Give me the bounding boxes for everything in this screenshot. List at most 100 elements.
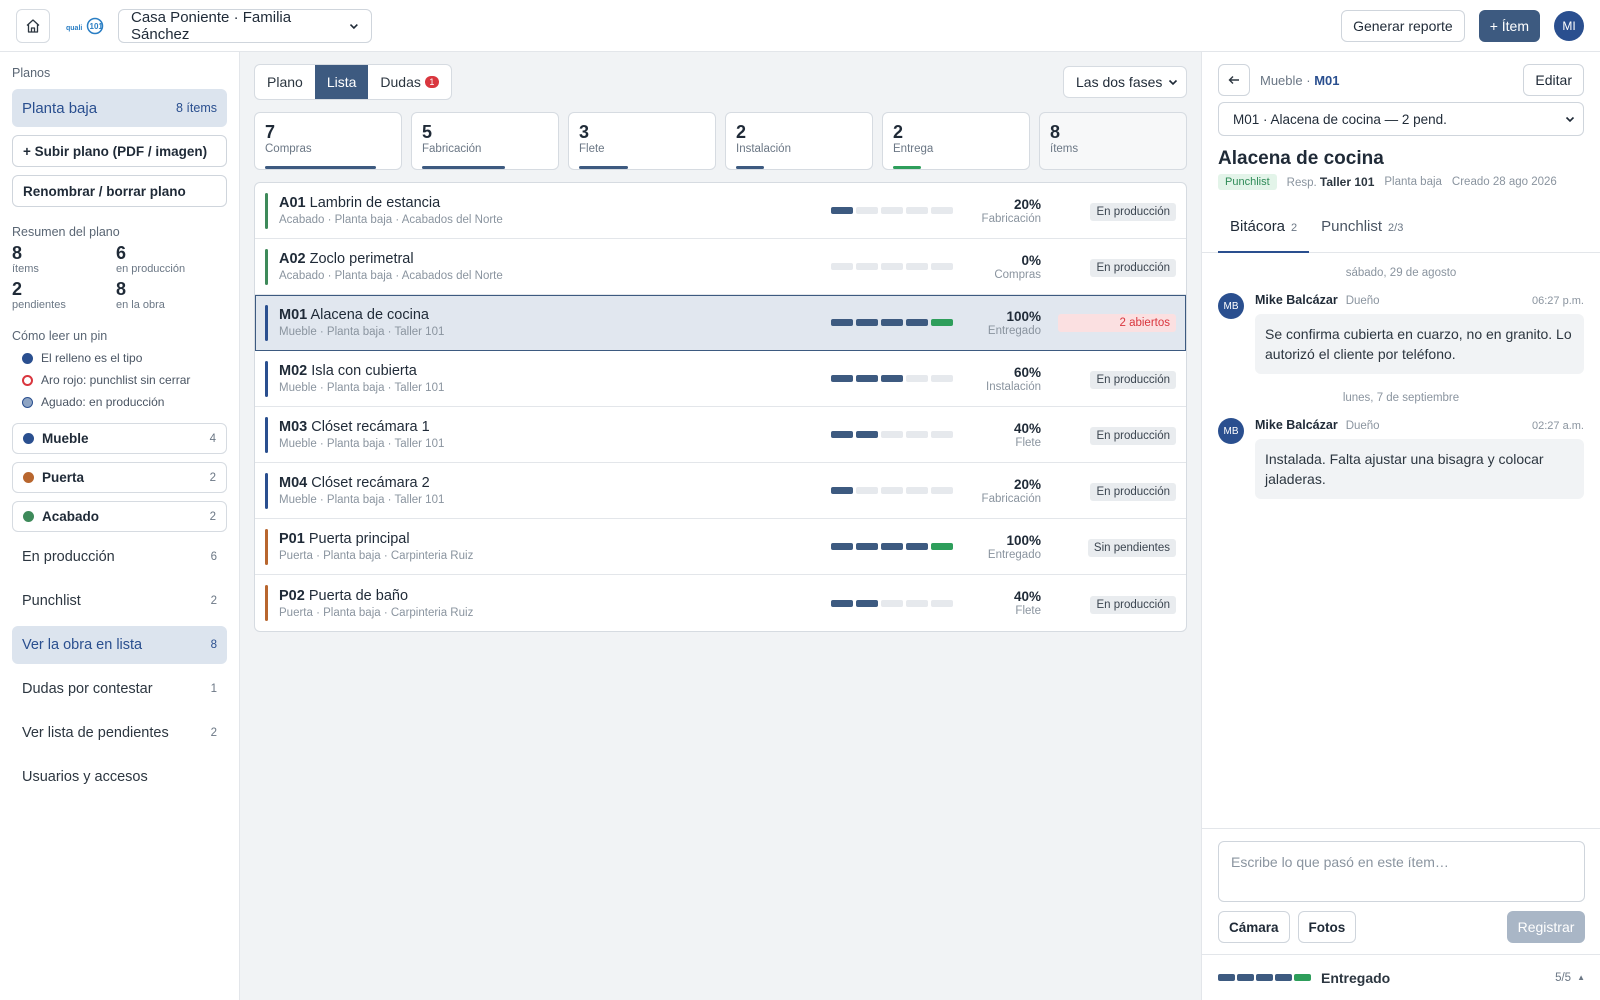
tab-label: Punchlist: [1321, 218, 1383, 235]
item-row[interactable]: A02 Zoclo perimetral Acabado · Planta baj…: [255, 239, 1186, 295]
progress-step: [831, 263, 853, 270]
item-subtitle: Acabado · Planta baja · Acabados del Nor…: [279, 214, 503, 226]
item-row[interactable]: A01 Lambrin de estancia Acabado · Planta …: [255, 183, 1186, 239]
status-badge: Sin pendientes: [1087, 539, 1176, 557]
progress-step: [881, 375, 903, 382]
item-select[interactable]: M01 · Alacena de cocina — 2 pend.: [1218, 102, 1584, 136]
user-avatar[interactable]: MI: [1554, 10, 1584, 41]
summary-stat: 6 en producción: [116, 243, 220, 275]
log-entry: MB Mike Balcázar Dueño 02:27 a.m. Instal…: [1218, 418, 1584, 499]
progress-step: [906, 543, 928, 550]
item-list: A01 Lambrin de estancia Acabado · Planta …: [254, 182, 1187, 632]
day-separator: lunes, 7 de septiembre: [1342, 392, 1460, 404]
progress-step: [906, 319, 928, 326]
type-filter-puerta[interactable]: Puerta 2: [12, 462, 227, 493]
progress-step: [831, 375, 853, 382]
tab-bitacora[interactable]: Bitácora 2: [1218, 204, 1310, 253]
progress-step: [831, 431, 853, 438]
progress-step: [931, 431, 953, 438]
nav-dudas[interactable]: Dudas por contestar 1: [12, 670, 227, 708]
back-button[interactable]: [1218, 64, 1250, 96]
item-subtitle: Puerta · Planta baja · Carpinteria Ruiz: [279, 550, 474, 562]
item-row[interactable]: M02 Isla con cubierta Mueble · Planta baj…: [255, 351, 1186, 407]
tab-punchlist[interactable]: Punchlist 2/3: [1309, 204, 1415, 252]
log-input[interactable]: Escribe lo que pasó en este ítem…: [1218, 841, 1585, 902]
kpi-card[interactable]: 7 Compras: [254, 112, 402, 170]
author-role: Dueño: [1345, 295, 1380, 307]
camera-button[interactable]: Cámara: [1218, 911, 1290, 943]
nav-pendientes[interactable]: Ver lista de pendientes 2: [12, 714, 227, 752]
progress-step: [931, 487, 953, 494]
tab-lista[interactable]: Lista: [314, 65, 369, 99]
created-date: Creado 28 ago 2026: [1451, 176, 1557, 188]
kpi-card[interactable]: 8 ítems: [1039, 112, 1187, 170]
type-count: 4: [209, 432, 216, 445]
home-button[interactable]: [16, 8, 50, 43]
kpi-progress-bar: [422, 166, 506, 169]
item-code: P02: [279, 587, 305, 604]
nav-ver-obra-lista[interactable]: Ver la obra en lista 8: [12, 626, 227, 664]
item-select-value: M01 · Alacena de cocina — 2 pend.: [1233, 111, 1447, 127]
phase-filter-select[interactable]: Las dos fases: [1063, 66, 1187, 98]
progress-step: [881, 319, 903, 326]
nav-usuarios[interactable]: Usuarios y accesos: [12, 758, 227, 796]
kpi-card[interactable]: 2 Instalación: [725, 112, 873, 170]
register-button[interactable]: Registrar: [1507, 911, 1585, 943]
edit-button[interactable]: Editar: [1523, 64, 1584, 96]
kpi-card[interactable]: 3 Flete: [568, 112, 716, 170]
item-code: M02: [279, 363, 308, 379]
item-row[interactable]: P01 Puerta principal Puerta · Planta baja…: [255, 519, 1186, 575]
tab-dudas[interactable]: Dudas 1: [368, 65, 450, 99]
progress-step: [856, 319, 878, 326]
type-name: Mueble: [42, 431, 89, 446]
item-name: Isla con cubierta: [311, 363, 417, 379]
status-badge: En producción: [1090, 483, 1176, 501]
kpi-progress-bar: [265, 166, 377, 169]
add-item-button[interactable]: + Ítem: [1478, 9, 1540, 42]
svg-text:101: 101: [90, 22, 104, 31]
item-phase: Flete: [1015, 605, 1041, 617]
kpi-card[interactable]: 5 Fabricación: [411, 112, 559, 170]
item-row[interactable]: M03 Clóset recámara 1 Mueble · Planta baj…: [255, 407, 1186, 463]
progress-step: [931, 543, 953, 550]
item-row[interactable]: P02 Puerta de baño Puerta · Planta baja ·…: [255, 575, 1186, 631]
rename-plan-button[interactable]: Renombrar / borrar plano: [12, 175, 227, 207]
nav-punchlist[interactable]: Punchlist 2: [12, 582, 227, 620]
item-name: Clóset recámara 2: [311, 475, 430, 491]
caret-up-icon: ▲: [1577, 973, 1585, 982]
item-subtitle: Mueble · Planta baja · Taller 101: [279, 326, 445, 338]
item-name: Lambrin de estancia: [309, 195, 441, 211]
progress-step: [906, 431, 928, 438]
item-subtitle: Mueble · Planta baja · Taller 101: [279, 438, 445, 450]
item-percent: 100%: [1006, 532, 1041, 548]
footer-step-count: 5/5: [1555, 971, 1572, 984]
summary-stat: 8 ítems: [12, 243, 116, 275]
plan-name: Planta baja: [22, 99, 98, 117]
item-name: Puerta de baño: [308, 587, 409, 604]
upload-plan-button[interactable]: + Subir plano (PDF / imagen): [12, 135, 227, 167]
nav-count: 6: [210, 551, 217, 563]
chevron-down-icon: [350, 23, 359, 29]
progress-step: [881, 599, 903, 607]
type-filter-acabado[interactable]: Acabado 2: [12, 501, 227, 532]
panel-footer-status[interactable]: Entregado 5/5 ▲: [1202, 954, 1600, 1000]
project-select[interactable]: Casa Poniente · Familia Sánchez: [118, 8, 372, 43]
kpi-value: 3: [579, 122, 590, 142]
top-bar: quali 101 Casa Poniente · Familia Sánchez…: [0, 0, 1600, 52]
item-row[interactable]: M01 Alacena de cocina Mueble · Planta baj…: [255, 295, 1186, 351]
generate-report-button[interactable]: Generar reporte: [1341, 9, 1465, 42]
plan-item-planta-baja[interactable]: Planta baja 8 ítems: [12, 89, 227, 127]
stat-value: 2: [12, 279, 23, 299]
item-row[interactable]: M04 Clóset recámara 2 Mueble · Planta baj…: [255, 463, 1186, 519]
summary-heading: Resumen del plano: [12, 225, 120, 239]
entry-text: Se confirma cubierta en cuarzo, no en gr…: [1255, 314, 1584, 374]
type-filter-mueble[interactable]: Mueble 4: [12, 423, 227, 454]
progress-steps: [831, 319, 953, 326]
nav-en-produccion[interactable]: En producción 6: [12, 538, 227, 576]
kpi-card[interactable]: 2 Entrega: [882, 112, 1030, 170]
summary-stat: 2 pendientes: [12, 279, 116, 311]
tab-plano[interactable]: Plano: [255, 65, 315, 99]
breadcrumb: Mueble · M01: [1260, 73, 1340, 88]
legend-text: El relleno es el tipo: [41, 351, 143, 365]
photos-button[interactable]: Fotos: [1297, 911, 1357, 943]
